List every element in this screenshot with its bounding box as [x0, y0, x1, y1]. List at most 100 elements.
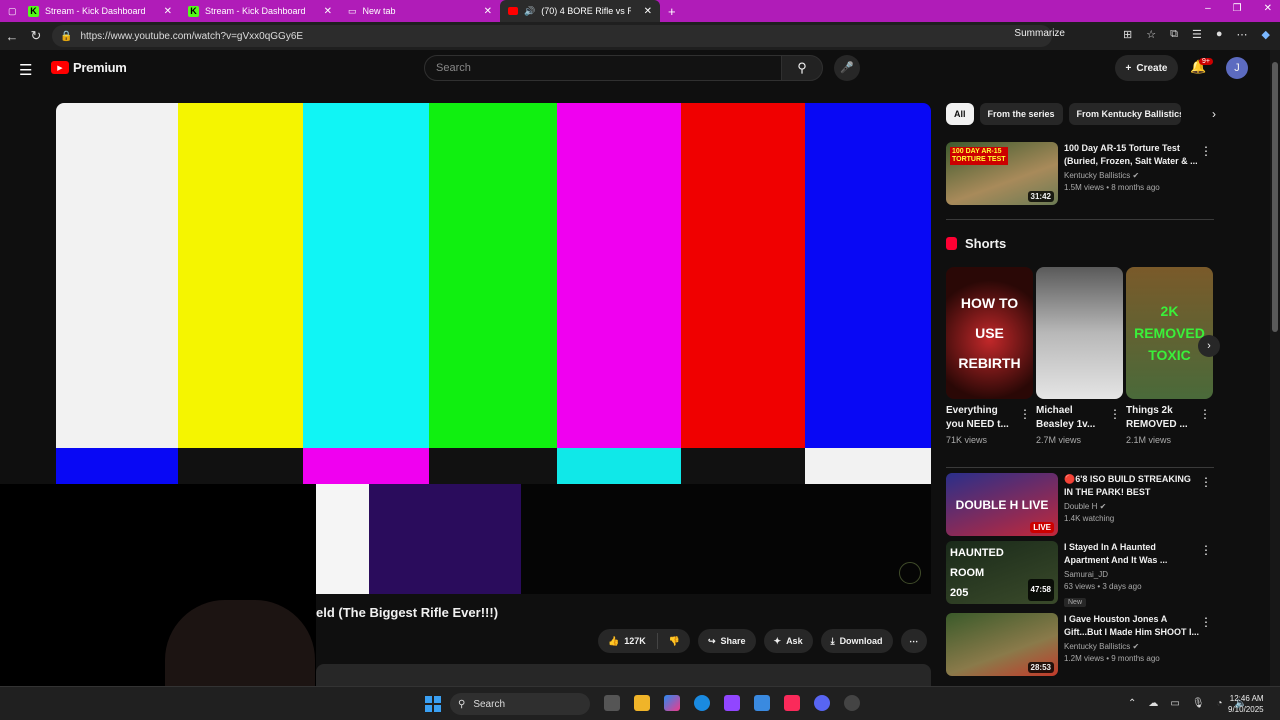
- short-item[interactable]: HOW TO USE REBIRTH Everything you NEED t…: [946, 267, 1033, 445]
- speaker-icon[interactable]: 🔊: [524, 6, 535, 17]
- copilot-icon[interactable]: ◆: [1262, 28, 1270, 41]
- scrollbar-thumb[interactable]: [1272, 62, 1278, 332]
- music-icon[interactable]: [784, 695, 800, 711]
- taskbar-search[interactable]: ⚲ Search: [450, 693, 590, 715]
- edge-icon[interactable]: [694, 695, 710, 711]
- lock-icon[interactable]: 🔒: [60, 31, 72, 42]
- file-explorer-icon[interactable]: [634, 695, 650, 711]
- video-thumbnail[interactable]: DOUBLE H LIVE LIVE: [946, 473, 1058, 536]
- voice-search-button[interactable]: 🎤: [834, 55, 860, 81]
- search-button[interactable]: ⚲: [781, 55, 823, 81]
- close-icon[interactable]: ✕: [644, 6, 652, 17]
- short-item[interactable]: Michael Beasley 1v... 2.7M views ⋮: [1036, 267, 1123, 445]
- channel-watermark-icon[interactable]: [899, 562, 921, 584]
- summarize-button[interactable]: Summarize: [1014, 28, 1065, 39]
- tab-actions-button[interactable]: ▢: [0, 0, 20, 22]
- youtube-icon: [508, 7, 518, 15]
- new-tab-button[interactable]: +: [660, 0, 684, 22]
- close-window-button[interactable]: ✕: [1264, 3, 1272, 14]
- list-item[interactable]: HAUNTED ROOM 205 47:58 I Stayed In A Hau…: [946, 541, 1216, 609]
- like-count: 127K: [624, 636, 646, 646]
- windows-start-icon[interactable]: [425, 696, 441, 712]
- hamburger-menu-icon[interactable]: ☰: [19, 61, 32, 79]
- more-menu-icon[interactable]: ⋯: [1237, 28, 1248, 41]
- more-actions-button[interactable]: ⋯: [900, 629, 927, 653]
- youtube-premium-logo[interactable]: ▶ Premium: [51, 60, 127, 75]
- video-title[interactable]: 🔴6'8 ISO BUILD STREAKING IN THE PARK! BE…: [1064, 473, 1199, 499]
- short-thumbnail[interactable]: HOW TO USE REBIRTH: [946, 267, 1033, 399]
- kebab-menu-icon[interactable]: ⋮: [1200, 615, 1212, 629]
- kebab-menu-icon[interactable]: ⋮: [1199, 407, 1211, 421]
- tab-youtube-video[interactable]: 🔊 (70) 4 BORE Rifle vs Russian ✕: [500, 0, 660, 22]
- chip-from-series[interactable]: From the series: [979, 103, 1063, 125]
- profile-icon[interactable]: ●: [1216, 28, 1223, 41]
- search-input[interactable]: Search: [424, 55, 782, 81]
- tab-kick-dashboard-2[interactable]: K Stream - Kick Dashboard ✕: [180, 0, 340, 22]
- close-icon[interactable]: ✕: [164, 6, 172, 17]
- chip-from-channel[interactable]: From Kentucky Ballistics: [1068, 103, 1181, 125]
- share-button[interactable]: ↪ Share: [697, 629, 756, 653]
- reader-icon[interactable]: ⊞: [1123, 28, 1132, 41]
- url-field[interactable]: 🔒 https://www.youtube.com/watch?v=gVxx0q…: [52, 25, 1052, 47]
- kebab-menu-icon[interactable]: ⋮: [1200, 144, 1212, 158]
- close-icon[interactable]: ✕: [324, 6, 332, 17]
- chevron-right-icon[interactable]: ›: [1212, 107, 1216, 121]
- back-icon[interactable]: ←: [0, 29, 24, 44]
- list-item[interactable]: DOUBLE H LIVE LIVE 🔴6'8 ISO BUILD STREAK…: [946, 473, 1216, 536]
- microphone-icon[interactable]: 🎙: [1192, 698, 1205, 709]
- chip-all[interactable]: All: [946, 103, 974, 125]
- tab-kick-dashboard-1[interactable]: K Stream - Kick Dashboard ✕: [20, 0, 180, 22]
- video-thumbnail[interactable]: HAUNTED ROOM 205 47:58: [946, 541, 1058, 604]
- list-item[interactable]: 100 DAY AR-15 TORTURE TEST 31:42 100 Day…: [946, 142, 1216, 205]
- channel-name[interactable]: Double H: [1064, 502, 1097, 511]
- collections-icon[interactable]: ☰: [1192, 28, 1202, 41]
- list-item[interactable]: 28:53 I Gave Houston Jones A Gift...But …: [946, 613, 1216, 676]
- kebab-menu-icon[interactable]: ⋮: [1019, 407, 1031, 421]
- tab-new-tab[interactable]: ▭ New tab ✕: [340, 0, 500, 22]
- favorite-star-icon[interactable]: ☆: [1146, 28, 1156, 41]
- minimize-button[interactable]: –: [1205, 3, 1211, 14]
- chevron-up-icon[interactable]: ⌃: [1128, 698, 1136, 709]
- refresh-icon[interactable]: ↻: [24, 28, 48, 44]
- video-thumbnail[interactable]: 100 DAY AR-15 TORTURE TEST 31:42: [946, 142, 1058, 205]
- create-button[interactable]: + Create: [1115, 55, 1178, 81]
- obs-icon[interactable]: [844, 695, 860, 711]
- short-title[interactable]: Everything you NEED t...: [946, 404, 1018, 432]
- download-button[interactable]: ⤓ Download: [820, 629, 893, 653]
- ask-button[interactable]: ✦ Ask: [763, 629, 813, 653]
- twitch-icon[interactable]: [724, 695, 740, 711]
- page-scrollbar[interactable]: [1270, 50, 1280, 686]
- kebab-menu-icon[interactable]: ⋮: [1200, 475, 1212, 489]
- kebab-menu-icon[interactable]: ⋮: [1200, 543, 1212, 557]
- copilot-app-icon[interactable]: [664, 695, 680, 711]
- store-icon[interactable]: [754, 695, 770, 711]
- short-title[interactable]: Michael Beasley 1v...: [1036, 404, 1108, 432]
- shorts-next-arrow-icon[interactable]: ›: [1198, 335, 1220, 357]
- video-title[interactable]: I Stayed In A Haunted Apartment And It W…: [1064, 541, 1199, 567]
- cloud-icon[interactable]: ☁: [1148, 698, 1158, 709]
- short-thumbnail[interactable]: [1036, 267, 1123, 399]
- video-title[interactable]: 100 Day AR-15 Torture Test (Buried, Froz…: [1064, 142, 1199, 168]
- notification-count-badge: 9+: [1199, 58, 1213, 65]
- taskbar-clock[interactable]: 12:46 AM 9/10/2025: [1228, 693, 1264, 715]
- channel-name[interactable]: Kentucky Ballistics: [1064, 642, 1130, 651]
- avatar[interactable]: J: [1226, 57, 1248, 79]
- short-title[interactable]: Things 2k REMOVED ...: [1126, 404, 1198, 432]
- plus-icon: +: [1125, 62, 1132, 74]
- like-button[interactable]: 👍 127K 👎: [598, 629, 690, 653]
- network-icon[interactable]: ▭: [1170, 698, 1179, 709]
- close-icon[interactable]: ✕: [484, 6, 492, 17]
- task-view-icon[interactable]: [604, 695, 620, 711]
- kebab-menu-icon[interactable]: ⋮: [1109, 407, 1121, 421]
- extensions-icon[interactable]: ⧉: [1170, 28, 1178, 41]
- video-thumbnail[interactable]: 28:53: [946, 613, 1058, 676]
- channel-name[interactable]: Samurai_JD: [1064, 570, 1199, 579]
- wifi-icon[interactable]: ◔: [1217, 698, 1223, 709]
- short-item[interactable]: 2K REMOVED TOXIC Things 2k REMOVED ... 2…: [1126, 267, 1213, 445]
- short-thumbnail[interactable]: 2K REMOVED TOXIC: [1126, 267, 1213, 399]
- video-title[interactable]: I Gave Houston Jones A Gift...But I Made…: [1064, 613, 1199, 639]
- channel-name[interactable]: Kentucky Ballistics: [1064, 171, 1130, 180]
- discord-icon[interactable]: [814, 695, 830, 711]
- maximize-button[interactable]: ❐: [1233, 3, 1242, 14]
- thumbs-down-icon[interactable]: 👎: [669, 636, 680, 647]
